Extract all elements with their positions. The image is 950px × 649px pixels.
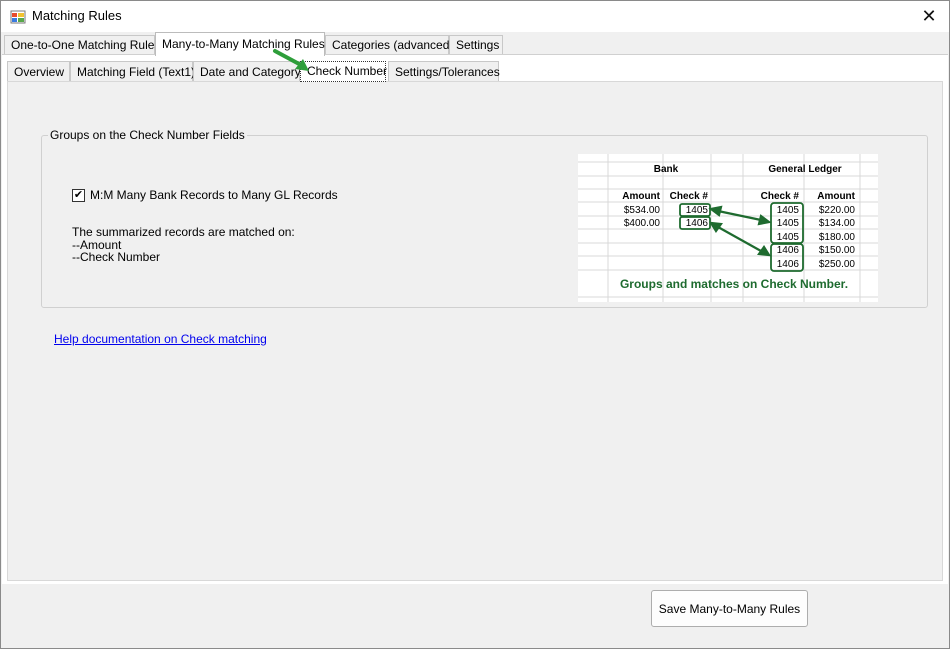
illustration-caption: Groups and matches on Check Number. <box>620 277 848 291</box>
gl-amount-header: Amount <box>817 191 855 202</box>
gl-row-check: 1405 <box>777 205 800 216</box>
summary-line: --Check Number <box>72 250 161 264</box>
many-to-many-panel: Overview Matching Field (Text1) Date and… <box>2 54 948 584</box>
bank-header: Bank <box>654 164 679 175</box>
summary-text: The summarized records are matched on: -… <box>72 226 295 263</box>
bank-row-check: 1406 <box>686 218 709 229</box>
many-to-many-checkbox[interactable]: ✔ <box>72 188 85 202</box>
check-number-panel: Groups on the Check Number Fields ✔ M:M … <box>7 81 943 581</box>
gl-row-amount: $250.00 <box>819 259 856 270</box>
gl-check-header: Check # <box>761 191 800 202</box>
close-icon: ✕ <box>921 6 937 26</box>
gl-row-amount: $150.00 <box>819 245 856 256</box>
gl-row-check: 1405 <box>777 218 800 229</box>
sub-tab-strip: Overview Matching Field (Text1) Date and… <box>2 58 948 82</box>
tab-settings-tolerances[interactable]: Settings/Tolerances <box>388 61 500 82</box>
check-matching-illustration: Bank General Ledger Amount Check # Check… <box>578 154 878 302</box>
help-link-check-matching[interactable]: Help documentation on Check matching <box>54 332 267 346</box>
tab-matching-field[interactable]: Matching Field (Text1) <box>70 61 195 82</box>
checkmark-icon: ✔ <box>73 188 84 201</box>
gl-row-check: 1406 <box>777 245 800 256</box>
save-many-to-many-button[interactable]: Save Many-to-Many Rules <box>651 590 808 627</box>
check-number-groupbox: Groups on the Check Number Fields ✔ M:M … <box>41 128 928 308</box>
matching-rules-window: Matching Rules ✕ One-to-One Matching Rul… <box>0 0 950 649</box>
close-button[interactable]: ✕ <box>911 1 947 32</box>
main-tab-strip: One-to-One Matching Rules Many-to-Many M… <box>1 32 949 56</box>
checkbox-label: M:M Many Bank Records to Many GL Records <box>90 188 338 202</box>
tab-overview[interactable]: Overview <box>7 61 70 82</box>
groupbox-title: Groups on the Check Number Fields <box>48 128 247 142</box>
window-title: Matching Rules <box>32 8 122 23</box>
many-to-many-checkbox-row[interactable]: ✔ M:M Many Bank Records to Many GL Recor… <box>72 188 338 202</box>
tab-one-to-one[interactable]: One-to-One Matching Rules <box>4 35 160 56</box>
bank-row-amount: $534.00 <box>624 205 661 216</box>
bank-amount-header: Amount <box>622 191 660 202</box>
gl-row-check: 1406 <box>777 259 800 270</box>
bank-check-header: Check # <box>670 191 709 202</box>
summary-line: The summarized records are matched on: <box>72 225 295 239</box>
bank-row-check: 1405 <box>686 205 709 216</box>
tab-settings[interactable]: Settings <box>449 35 503 56</box>
tab-categories-advanced[interactable]: Categories (advanced) <box>325 35 453 56</box>
gl-header: General Ledger <box>768 164 841 175</box>
gl-row-check: 1405 <box>777 232 800 243</box>
bank-row-amount: $400.00 <box>624 218 661 229</box>
pointer-arrow-icon <box>273 49 309 71</box>
app-icon <box>10 10 26 24</box>
gl-row-amount: $220.00 <box>819 205 856 216</box>
gl-row-amount: $134.00 <box>819 218 856 229</box>
gl-row-amount: $180.00 <box>819 232 856 243</box>
title-bar: Matching Rules ✕ <box>1 1 949 32</box>
